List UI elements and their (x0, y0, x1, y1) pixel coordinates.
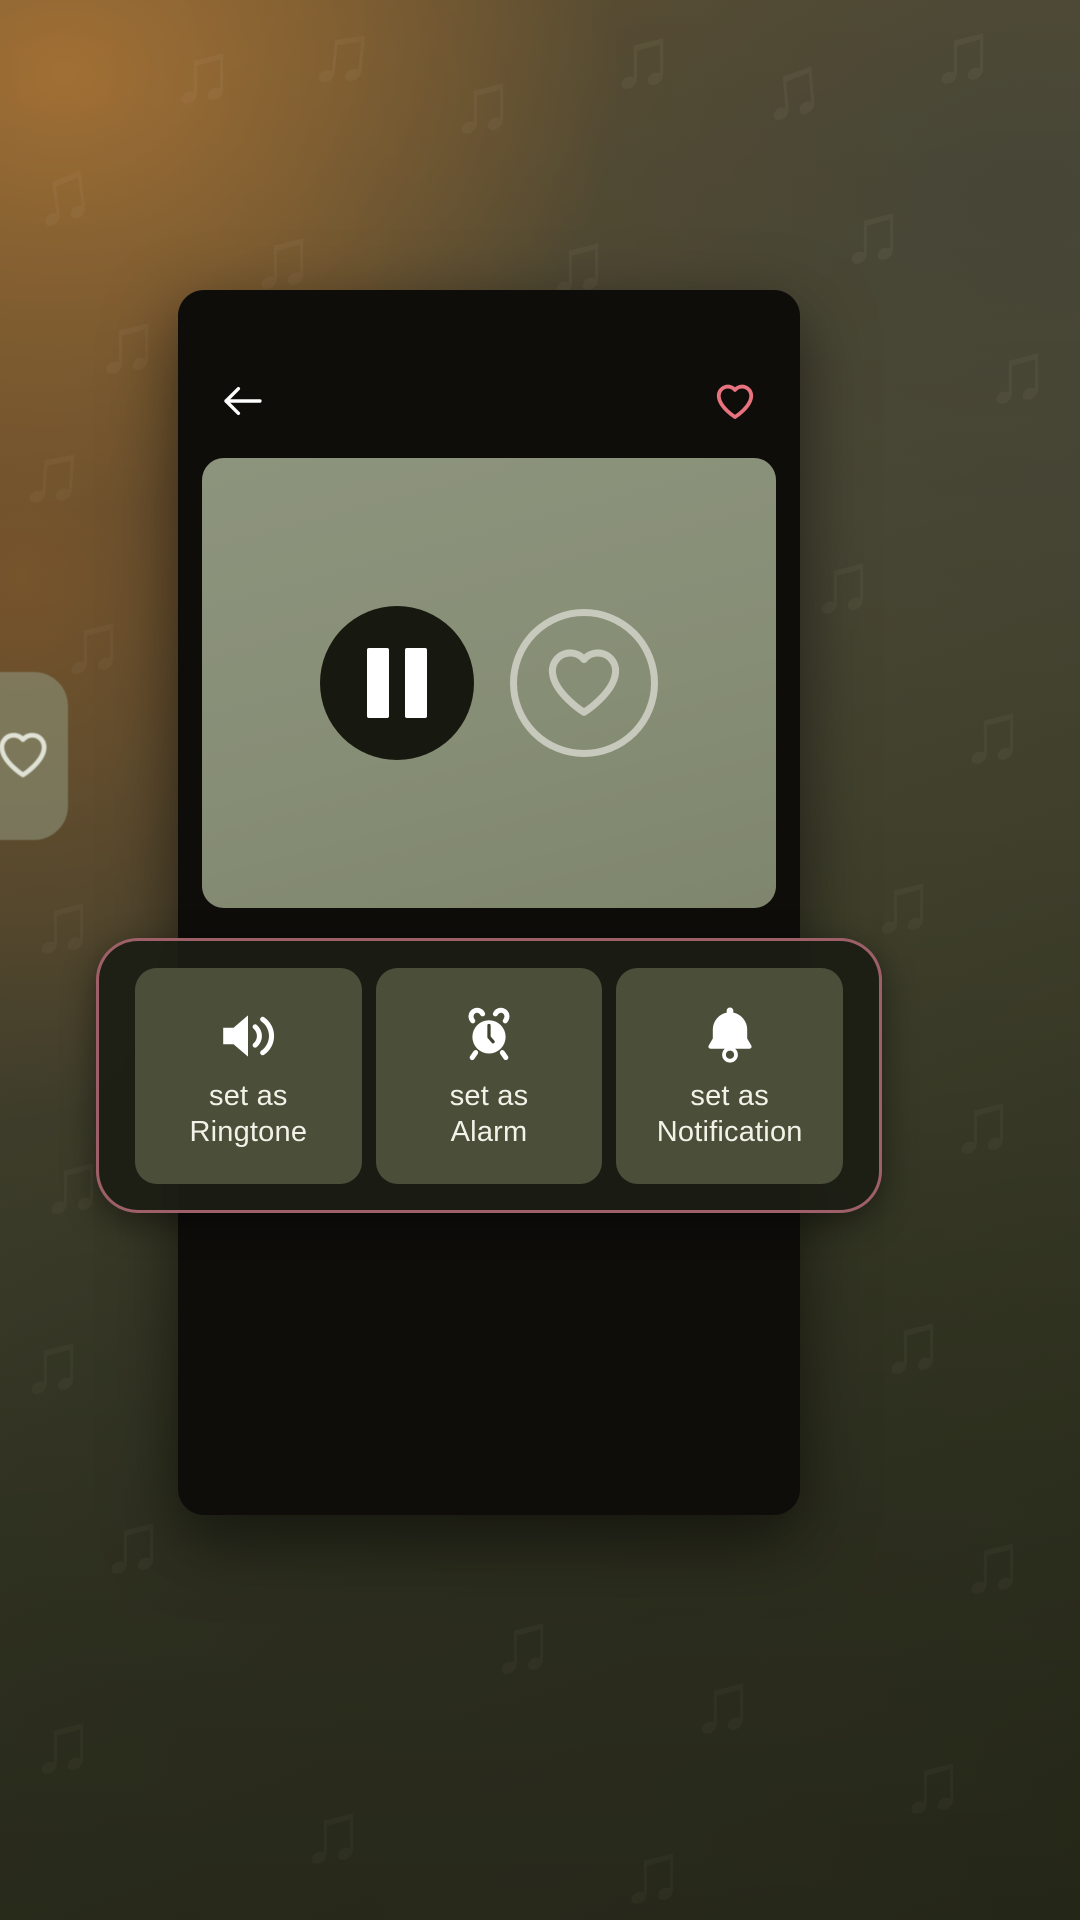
pause-button[interactable] (320, 606, 474, 760)
heart-outline-icon (543, 644, 625, 723)
pause-icon (367, 648, 427, 718)
set-as-notification-button[interactable]: set as Notification (616, 967, 844, 1184)
favorite-button[interactable] (706, 374, 764, 432)
adjacent-song-card[interactable] (0, 672, 68, 840)
alarm-clock-icon (459, 1001, 519, 1063)
bell-icon (703, 1001, 757, 1063)
dialog-header (178, 290, 800, 458)
volume-up-icon (217, 1001, 279, 1063)
set-as-alarm-button[interactable]: set as Alarm (375, 967, 603, 1184)
action-label: set as Ringtone (189, 1080, 308, 1148)
heart-outline-icon (714, 382, 756, 425)
arrow-left-icon (223, 384, 263, 423)
album-artwork-area (202, 458, 776, 908)
song-detail-dialog: set as Ringtone set as Alarm set as Noti… (96, 290, 882, 1515)
heart-outline-icon (0, 729, 50, 784)
set-as-ringtone-button[interactable]: set as Ringtone (135, 967, 362, 1184)
action-label: set as Notification (656, 1080, 803, 1148)
like-button[interactable] (510, 609, 658, 757)
action-label: set as Alarm (449, 1080, 529, 1148)
set-as-action-bar: set as Ringtone set as Alarm set as Noti… (96, 938, 882, 1213)
back-button[interactable] (214, 374, 272, 432)
